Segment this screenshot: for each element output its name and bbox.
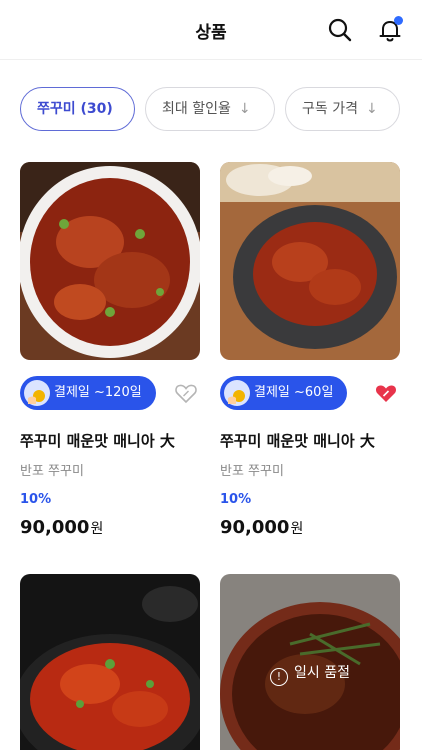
product-image[interactable]: ! 일시 품절 [220,574,400,750]
payment-term-text: 결제일 ~120일 [54,385,142,400]
page-title: 상품 [195,23,227,43]
product-price: 90,000원 [220,517,303,538]
product-image[interactable] [20,574,200,750]
product-image[interactable] [20,162,200,360]
product-card[interactable]: 결제일 ~120일 쭈꾸미 매운맛 매니아 大 반포 쭈꾸미 10% 90,00… [20,162,200,552]
product-card[interactable]: 결제일 ~60일 쭈꾸미 매운맛 매니아 大 반포 쭈꾸미 10% 90,000… [220,162,400,552]
filter-chip-label: 구독 가격 [302,101,358,117]
price-currency: 원 [290,521,304,537]
filter-chip-label: 최대 할인율 [162,101,231,117]
alert-icon: ! [270,668,288,686]
price-value: 90,000 [20,517,90,538]
wishlist-heart-icon[interactable] [174,381,198,405]
payment-term-badge: 결제일 ~120일 [20,376,156,410]
price-value: 90,000 [220,517,290,538]
filter-chip-max-discount[interactable]: 최대 할인율 ↓ [145,87,275,131]
filter-bar: 쭈꾸미 (30) 최대 할인율 ↓ 구독 가격 ↓ [20,87,422,131]
product-image[interactable] [220,162,400,360]
filter-chip-label: 쭈꾸미 (30) [37,101,113,117]
coin-hand-icon [24,380,50,406]
product-card[interactable] [20,574,200,750]
product-brand: 반포 쭈꾸미 [220,464,284,479]
price-currency: 원 [90,521,104,537]
arrow-down-icon: ↓ [238,101,251,117]
arrow-down-icon: ↓ [365,101,378,117]
payment-term-badge: 결제일 ~60일 [220,376,348,410]
discount-rate: 10% [220,492,252,507]
sold-out-overlay: ! 일시 품절 [220,574,400,750]
product-name: 쭈꾸미 매운맛 매니아 大 [220,432,375,450]
product-brand: 반포 쭈꾸미 [20,464,84,479]
bell-icon[interactable] [375,15,405,45]
discount-rate: 10% [20,492,52,507]
wishlist-heart-icon[interactable] [374,381,398,405]
sold-out-label: ! 일시 품절 [220,662,400,686]
notification-dot [394,16,403,25]
filter-chip-category[interactable]: 쭈꾸미 (30) [20,87,135,131]
coin-hand-icon [224,380,250,406]
top-app-bar: 상품 [0,0,422,60]
sold-out-text: 일시 품절 [294,665,350,681]
filter-chip-subscription-price[interactable]: 구독 가격 ↓ [285,87,400,131]
product-name: 쭈꾸미 매운맛 매니아 大 [20,432,175,450]
product-price: 90,000원 [20,517,103,538]
product-card[interactable]: ! 일시 품절 [220,574,400,750]
payment-term-text: 결제일 ~60일 [254,385,334,400]
search-icon[interactable] [325,15,355,45]
